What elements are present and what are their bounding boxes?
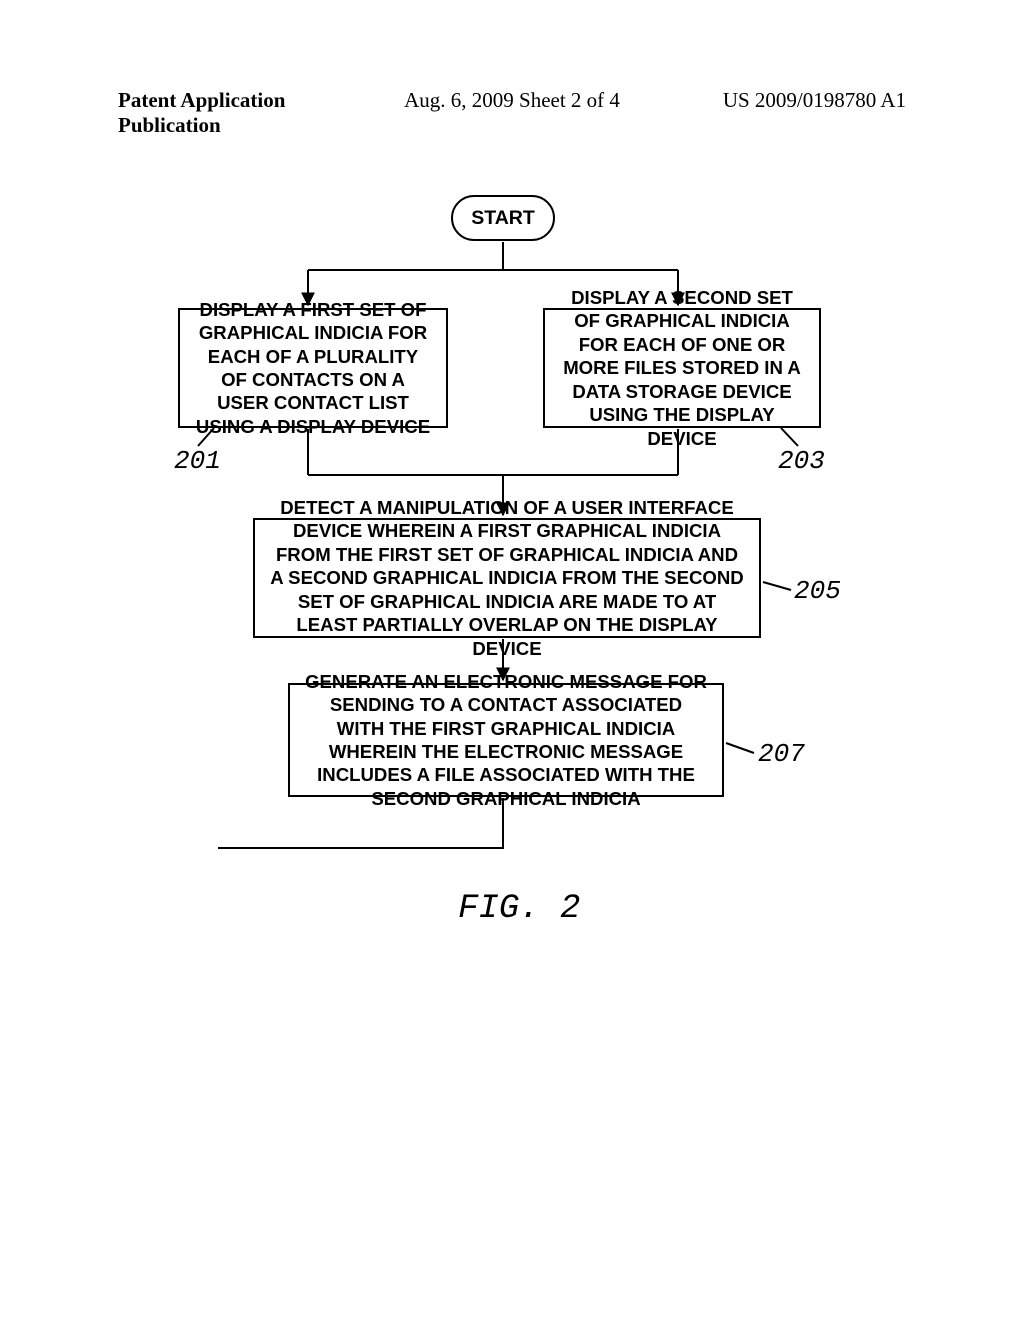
flow-box-201: DISPLAY A FIRST SET OF GRAPHICAL INDICIA… xyxy=(178,308,448,428)
flow-box-207-text: GENERATE AN ELECTRONIC MESSAGE FOR SENDI… xyxy=(304,670,708,811)
ref-205: 205 xyxy=(794,576,841,606)
header-mid: Aug. 6, 2009 Sheet 2 of 4 xyxy=(381,88,644,138)
flow-box-205: DETECT A MANIPULATION OF A USER INTERFAC… xyxy=(253,518,761,638)
flow-box-205-text: DETECT A MANIPULATION OF A USER INTERFAC… xyxy=(269,496,745,660)
ref-201: 201 xyxy=(174,446,221,476)
header-right: US 2009/0198780 A1 xyxy=(643,88,906,138)
start-node: START xyxy=(451,195,555,241)
page-header: Patent Application Publication Aug. 6, 2… xyxy=(0,0,1024,138)
ref-203: 203 xyxy=(778,446,825,476)
start-label: START xyxy=(471,207,535,230)
flow-box-203: DISPLAY A SECOND SET OF GRAPHICAL INDICI… xyxy=(543,308,821,428)
flow-box-201-text: DISPLAY A FIRST SET OF GRAPHICAL INDICIA… xyxy=(194,298,432,439)
ref-207: 207 xyxy=(758,739,805,769)
header-left: Patent Application Publication xyxy=(118,88,381,138)
figure-label: FIG. 2 xyxy=(458,890,580,928)
flow-box-203-text: DISPLAY A SECOND SET OF GRAPHICAL INDICI… xyxy=(559,286,805,450)
flowchart: START DISPLAY A FIRST SET OF GRAPHICAL I… xyxy=(118,190,906,970)
flow-box-207: GENERATE AN ELECTRONIC MESSAGE FOR SENDI… xyxy=(288,683,724,797)
